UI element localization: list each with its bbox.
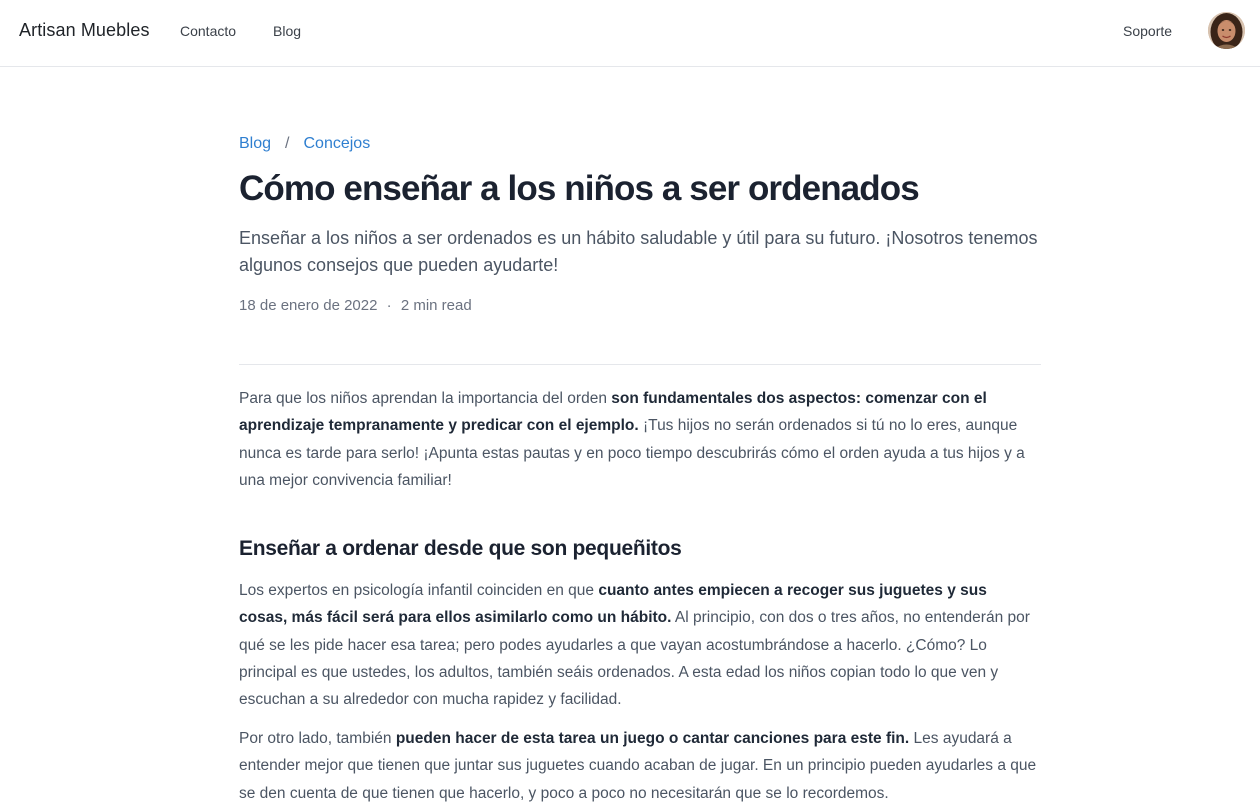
article-read-time: 2 min read bbox=[400, 297, 472, 314]
article-title: Cómo enseñar a los niños a ser ordenados bbox=[239, 169, 920, 208]
divider bbox=[239, 364, 1041, 365]
article-lead: Enseñar a los niños a ser ordenados es u… bbox=[239, 228, 1038, 275]
paragraph-bold-text: pueden hacer de esta tarea un juego o ca… bbox=[395, 730, 910, 747]
nav-link-blog[interactable]: Blog bbox=[273, 23, 301, 39]
meta-separator: · bbox=[386, 297, 392, 314]
brand-logo-link[interactable]: Artisan Muebles bbox=[19, 20, 150, 41]
user-avatar-icon bbox=[1208, 12, 1245, 49]
paragraph-text: Por otro lado, también bbox=[239, 730, 396, 747]
article-date: 18 de enero de 2022 bbox=[239, 297, 378, 314]
nav-link-contacto[interactable]: Contacto bbox=[180, 23, 236, 39]
top-navigation-bar: Artisan Muebles Contacto Blog Soporte bbox=[0, 0, 1260, 67]
user-avatar[interactable] bbox=[1208, 12, 1245, 49]
article-paragraph-2: Los expertos en psicología infantil coin… bbox=[239, 577, 1039, 713]
paragraph-text: Los expertos en psicología infantil coin… bbox=[239, 582, 599, 599]
article-meta: 18 de enero de 2022 · 2 min read bbox=[239, 296, 472, 316]
article-paragraph-1: Para que los niños aprendan la importanc… bbox=[239, 385, 1039, 494]
breadcrumb: Blog / Concejos bbox=[239, 133, 370, 155]
breadcrumb-separator: / bbox=[285, 135, 290, 152]
article-paragraph-3: Por otro lado, también pueden hacer de e… bbox=[239, 725, 1039, 807]
section-heading: Enseñar a ordenar desde que son pequeñit… bbox=[239, 537, 682, 560]
nav-link-soporte[interactable]: Soporte bbox=[1123, 23, 1172, 39]
breadcrumb-link-blog[interactable]: Blog bbox=[239, 135, 271, 153]
breadcrumb-link-concejos[interactable]: Concejos bbox=[303, 135, 370, 153]
paragraph-text: Para que los niños aprendan la importanc… bbox=[239, 390, 612, 407]
